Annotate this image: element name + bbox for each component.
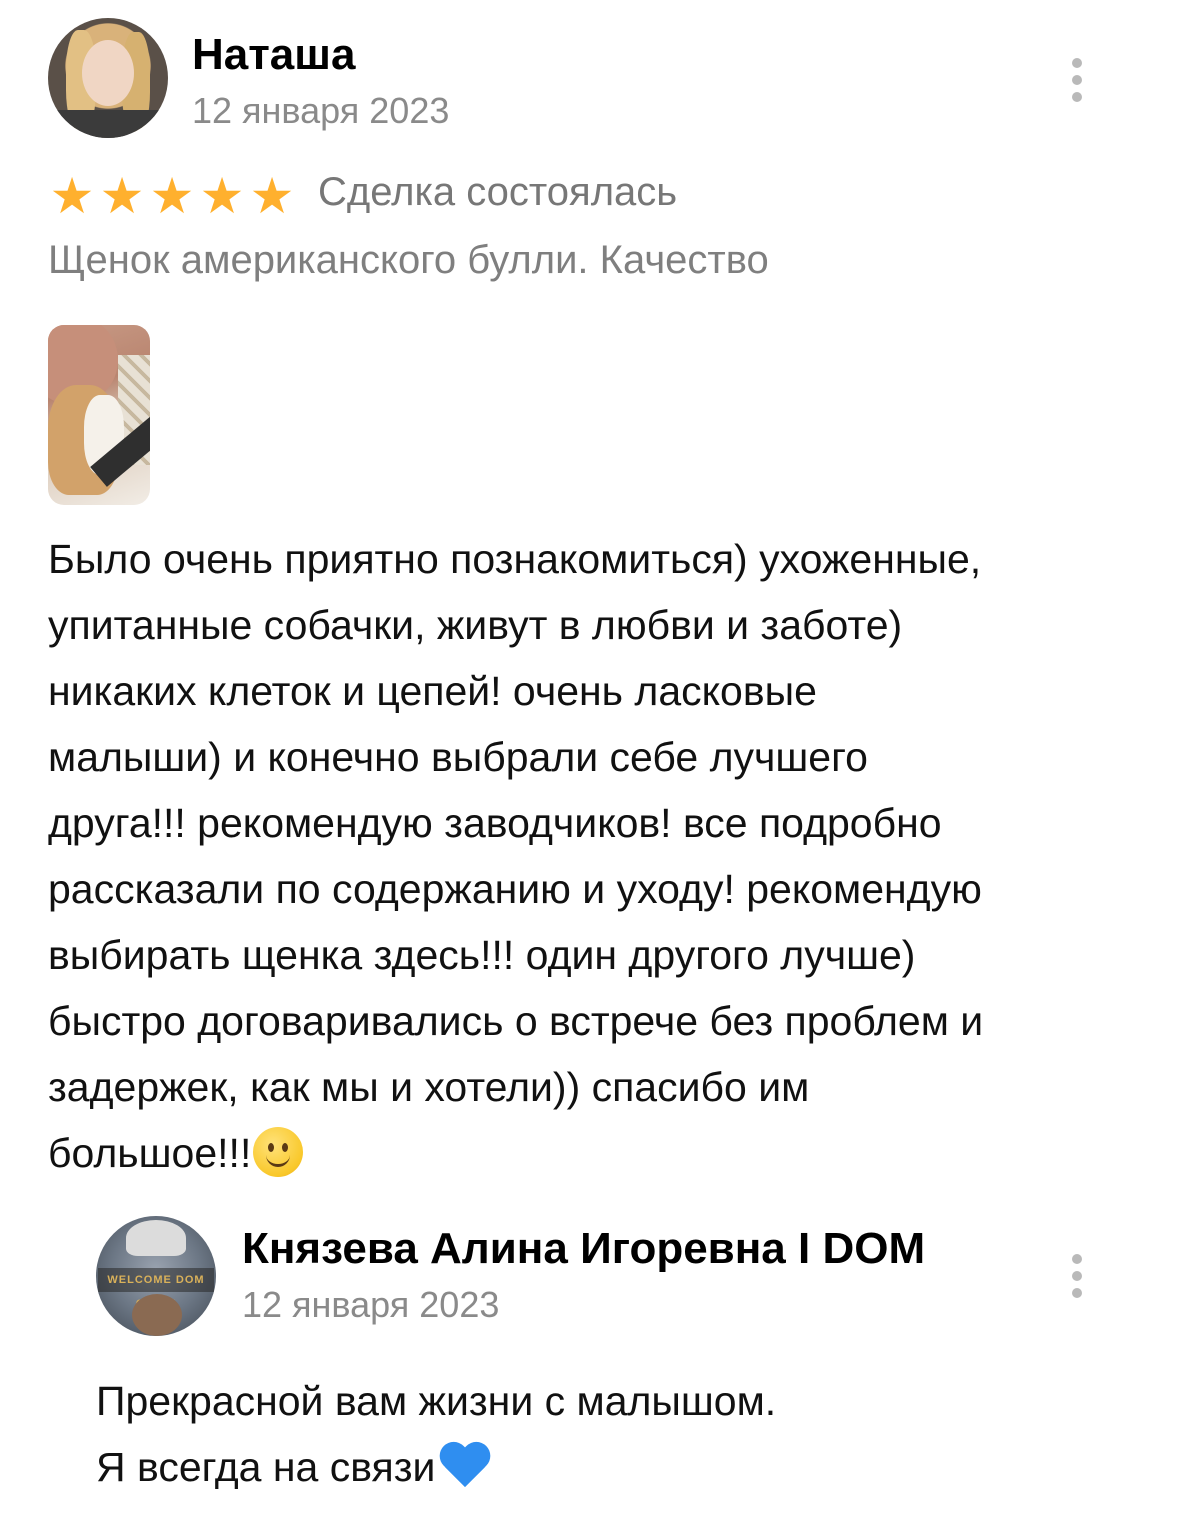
blue-heart-icon [439,1443,491,1489]
seller-avatar-badge: WELCOME DOM GUCCI [98,1268,214,1310]
review-text-last-line: большое!!! [48,1120,1138,1186]
review-text: Было очень приятно познакомиться) ухожен… [48,526,1138,1186]
more-options-icon[interactable] [1067,1254,1087,1298]
review-date: 12 января 2023 [192,90,450,131]
star-icon: ★ [49,168,95,224]
reply-text: Прекрасной вам жизни с малышом. Я всегда… [96,1368,1136,1500]
rating-stars: ★ ★ ★ ★ ★ [48,168,296,224]
deal-status: Сделка состоялась [318,170,678,214]
star-icon: ★ [199,168,245,224]
seller-avatar[interactable]: WELCOME DOM GUCCI [96,1216,216,1336]
review-text-line: быстро договаривались о встрече без проб… [48,998,984,1044]
reply-text-line: Прекрасной вам жизни с малышом. [96,1378,777,1424]
review-text-line: выбирать щенка здесь!!! один другого луч… [48,932,916,978]
star-icon: ★ [149,168,195,224]
review-photo[interactable] [48,325,150,505]
review-text-line: рассказали по содержанию и уходу! рекоме… [48,866,982,912]
reply-date: 12 января 2023 [242,1284,500,1325]
author-avatar[interactable] [48,18,168,138]
seller-name[interactable]: Князева Алина Игоревна I DOM [242,1224,925,1274]
review-text-line: малыши) и конечно выбрали себе лучшего [48,734,868,780]
review-text-line: никаких клеток и цепей! очень ласковые [48,668,817,714]
item-title[interactable]: Щенок американского булли. Качество [48,238,769,283]
star-icon: ★ [249,168,295,224]
author-name[interactable]: Наташа [192,30,355,80]
review-text-line: друга!!! рекомендую заводчиков! все подр… [48,800,942,846]
reply-text-line: Я всегда на связи [96,1444,436,1490]
review-text-line: упитанные собачки, живут в любви и забот… [48,602,903,648]
review-text-line: большое!!! [48,1130,252,1176]
star-icon: ★ [99,168,145,224]
review-text-line: Было очень приятно познакомиться) ухожен… [48,536,982,582]
reply-text-last-line: Я всегда на связи [96,1434,1136,1500]
review-text-line: задержек, как мы и хотели)) спасибо им [48,1064,810,1110]
more-options-icon[interactable] [1067,58,1087,102]
smiling-face-icon [253,1127,304,1177]
